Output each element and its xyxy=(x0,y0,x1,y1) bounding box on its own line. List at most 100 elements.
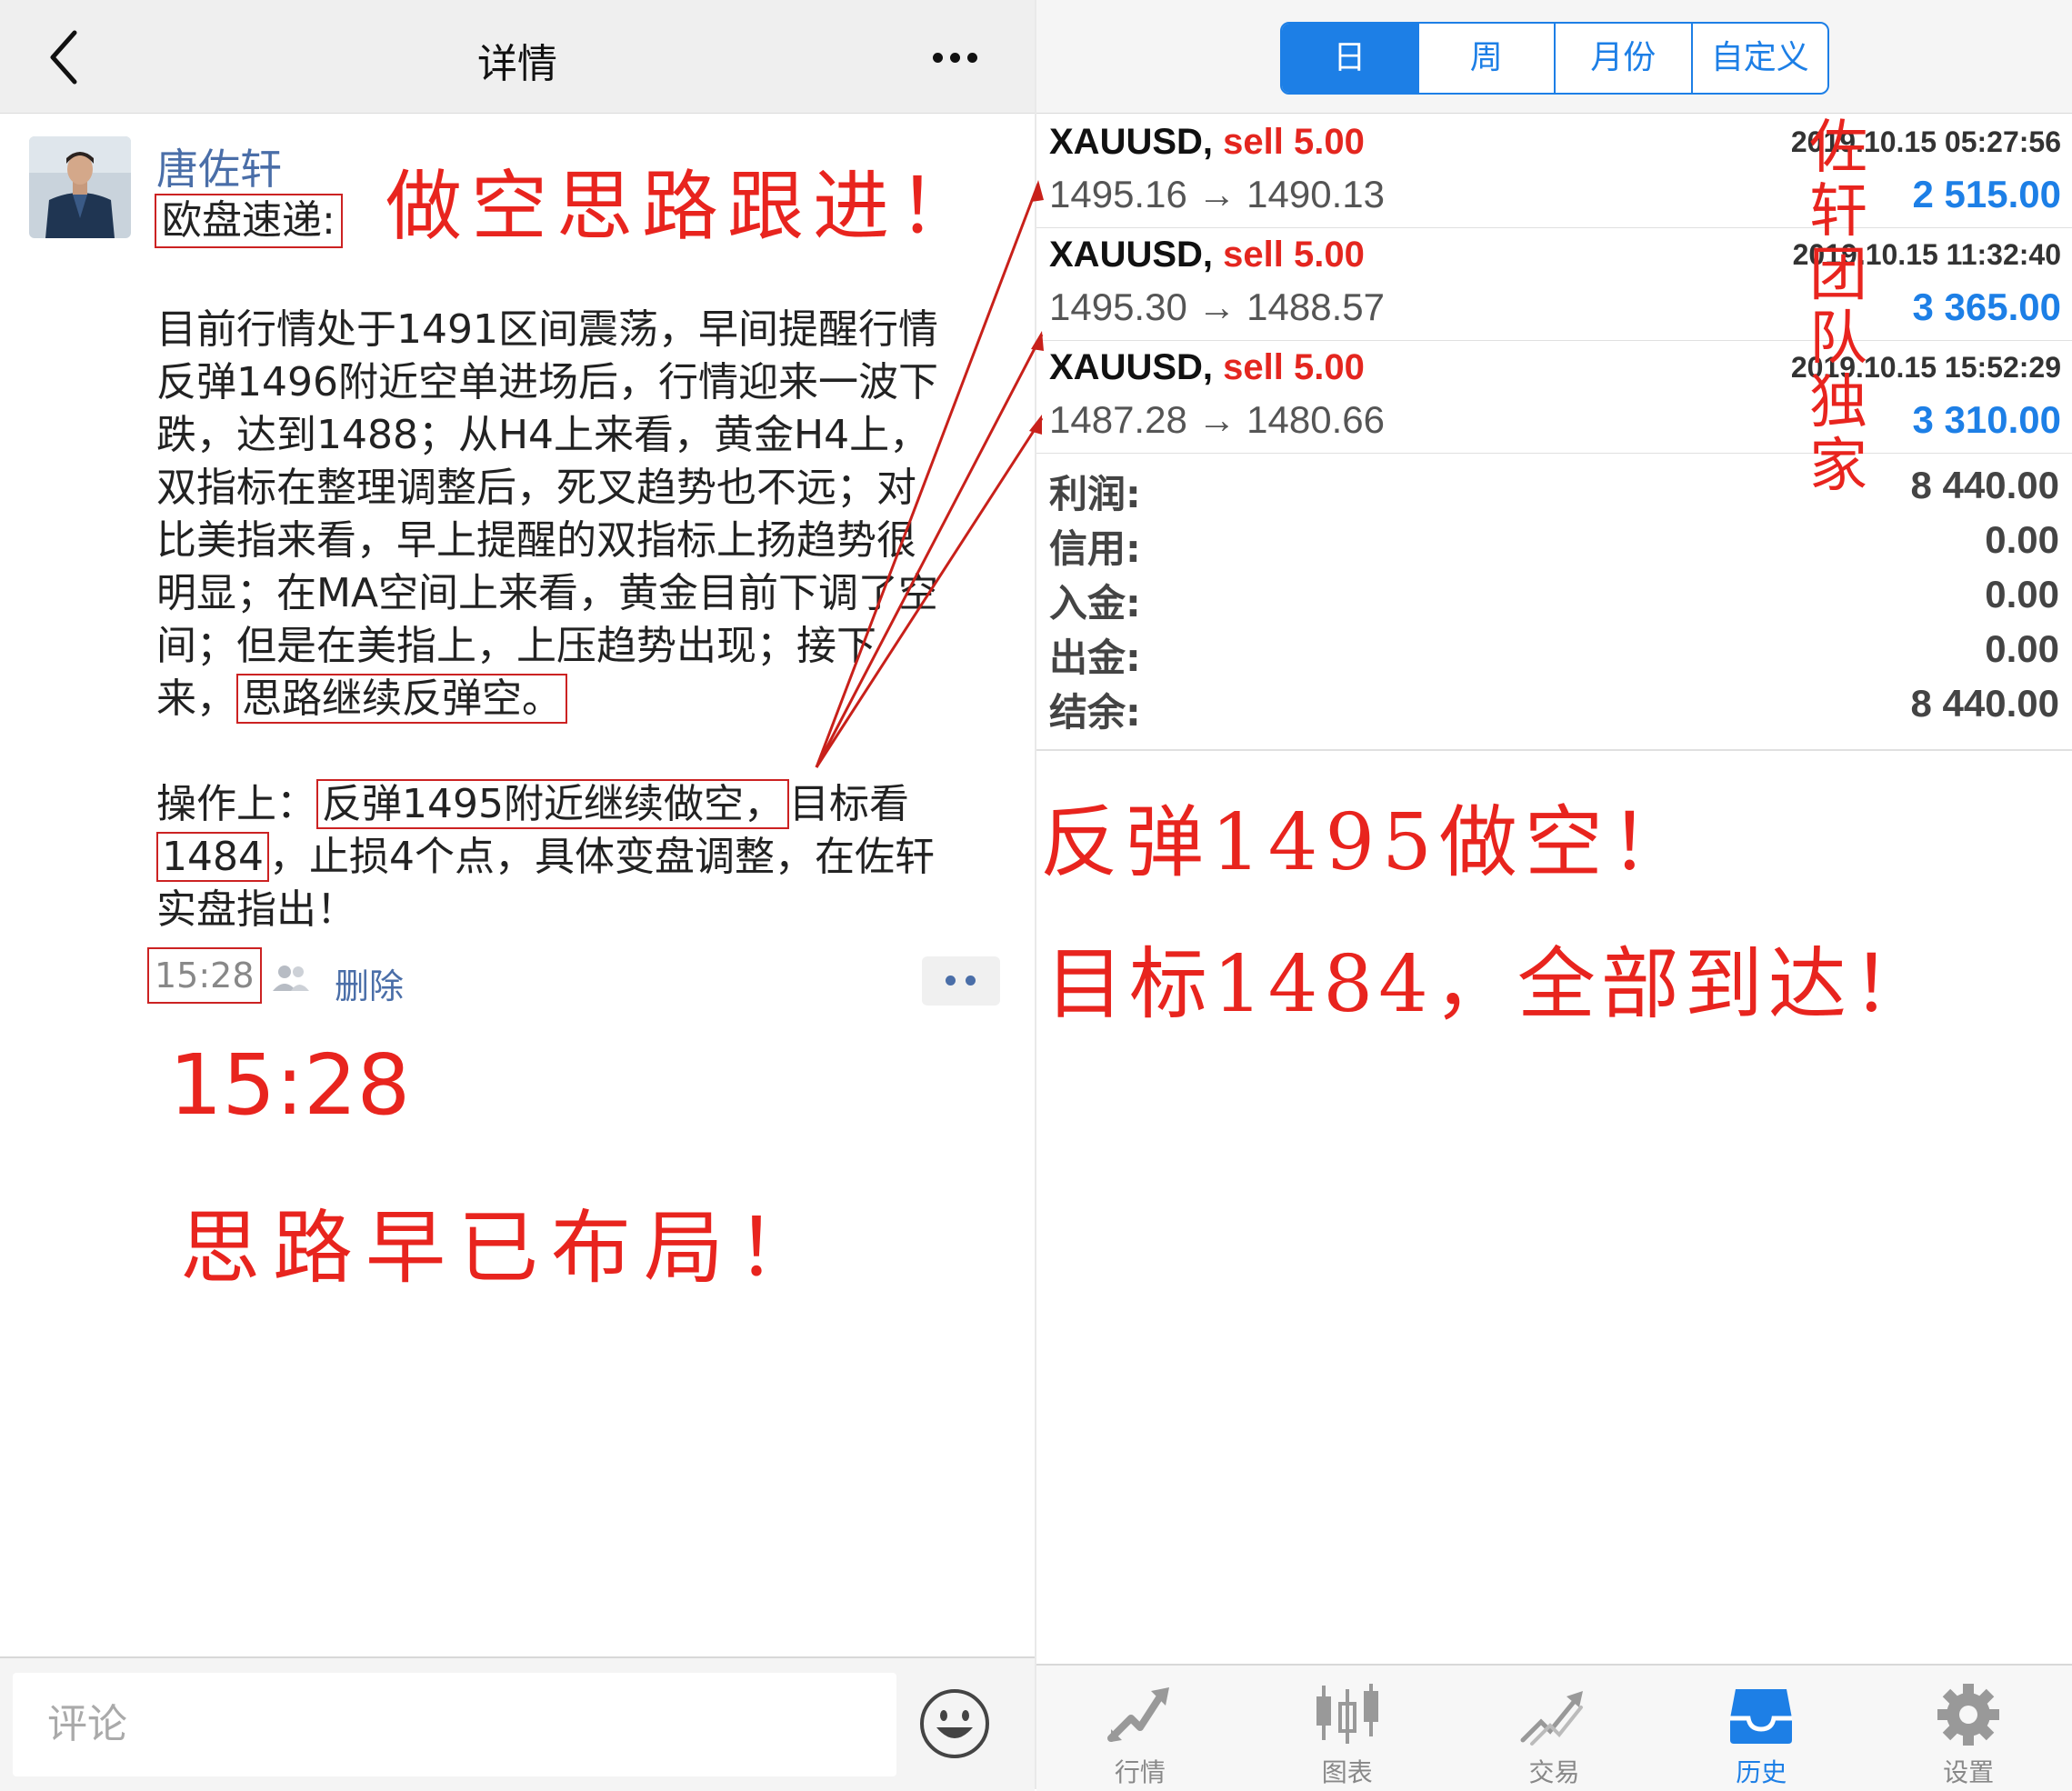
comment-bar: 评论 xyxy=(0,1656,1035,1791)
summary-row-balance: 结余: 8 440.00 xyxy=(1049,682,2059,736)
post-line: 1484 ，止损4个点，具体变盘调整，在佐轩 xyxy=(156,831,1011,884)
dot xyxy=(966,976,976,986)
highlight-box: 1484 xyxy=(156,832,269,882)
post-paragraph-1: 目前行情处于1491区间震荡，早间提醒行情 反弹1496附近空单进场后，行情迎来… xyxy=(156,304,1011,725)
trade-row[interactable]: XAUUSD, sell 5.00 2019.10.15 11:32:40 14… xyxy=(1036,227,2072,341)
summary-value: 0.00 xyxy=(1985,518,2059,561)
trade-row[interactable]: XAUUSD, sell 5.00 2019.10.15 05:27:56 14… xyxy=(1036,115,2072,228)
account-summary: 利润: 8 440.00 信用: 0.00 入金: 0.00 出金: 0.00 … xyxy=(1036,460,2072,751)
summary-row-withdrawal: 出金: 0.00 xyxy=(1049,627,2059,682)
nav-quotes[interactable]: 行情 xyxy=(1036,1666,1244,1791)
trade-symbol: XAUUSD, sell 5.00 xyxy=(1049,235,1365,275)
trade-symbol: XAUUSD, sell 5.00 xyxy=(1049,122,1365,163)
summary-value: 8 440.00 xyxy=(1910,682,2060,725)
trade-profit: 2 515.00 xyxy=(1912,173,2062,215)
user-name[interactable]: 唐佐轩 xyxy=(156,136,282,196)
nav-trade[interactable]: 交易 xyxy=(1451,1666,1658,1791)
post-text: 目标看 xyxy=(788,781,909,827)
open-price: 1487.28 xyxy=(1049,398,1187,441)
summary-value: 8 440.00 xyxy=(1910,464,2060,506)
trade-row[interactable]: XAUUSD, sell 5.00 2019.10.15 15:52:29 14… xyxy=(1036,340,2072,454)
trade-prices: 1495.30 → 1488.57 xyxy=(1049,285,1385,329)
open-price: 1495.16 xyxy=(1049,173,1187,215)
quotes-icon xyxy=(1106,1687,1169,1742)
tab-custom[interactable]: 自定义 xyxy=(1693,24,1828,93)
post-line: 间；但是在美指上，上压趋势出现；接下 xyxy=(156,623,876,669)
summary-value: 0.00 xyxy=(1985,627,2059,670)
summary-row-profit: 利润: 8 440.00 xyxy=(1049,464,2059,518)
trade-side: sell 5.00 xyxy=(1223,122,1365,162)
annotation-char: 家 xyxy=(1809,433,1867,500)
emoji-icon[interactable] xyxy=(918,1687,991,1760)
arrow: → xyxy=(1197,398,1236,441)
annotation-line-2: 目标1484，全部到达！ xyxy=(1046,939,1936,1030)
annotation-vertical: 佐 轩 团 队 独 家 xyxy=(1802,116,1875,498)
chart-icon xyxy=(1316,1684,1378,1744)
post-text: ，止损4个点，具体变盘调整，在佐轩 xyxy=(268,834,935,880)
tab-day[interactable]: 日 xyxy=(1282,24,1419,93)
trade-side: sell 5.00 xyxy=(1223,347,1365,387)
comment-input[interactable]: 评论 xyxy=(13,1673,896,1776)
visibility-icon xyxy=(273,966,309,991)
tab-week[interactable]: 周 xyxy=(1419,24,1556,93)
close-price: 1490.13 xyxy=(1246,173,1385,215)
more-options-button[interactable] xyxy=(926,47,984,69)
symbol-text: XAUUSD, xyxy=(1049,122,1214,162)
highlight-box: 思路继续反弹空。 xyxy=(236,674,567,724)
nav-chart[interactable]: 图表 xyxy=(1244,1666,1451,1791)
history-icon xyxy=(1730,1689,1793,1744)
post-line: 操作上： 反弹1495附近继续做空， 目标看 xyxy=(156,778,1011,831)
post-line: 实盘指出！ xyxy=(156,886,356,933)
annotation-char: 轩 xyxy=(1809,178,1867,245)
nav-label: 设置 xyxy=(1943,1757,1995,1787)
post-line: 双指标在整理调整后，死叉趋势也不远；对 xyxy=(156,465,916,511)
arrow: → xyxy=(1197,285,1236,328)
post-line: 来， 思路继续反弹空。 xyxy=(156,673,1011,725)
summary-label: 信用: xyxy=(1049,526,1141,571)
dot xyxy=(946,976,956,986)
post-subtitle: 欧盘速递: xyxy=(155,194,343,248)
summary-label: 出金: xyxy=(1049,635,1141,680)
summary-label: 利润: xyxy=(1049,472,1141,516)
dot xyxy=(967,53,977,63)
post-text: 操作上： xyxy=(156,781,316,827)
annotation-char: 佐 xyxy=(1809,115,1867,182)
moments-detail-panel: 详情 唐佐轩 欧盘速递: 做空思路跟进！ 目前行情处于1491区间震荡，早间提醒… xyxy=(0,0,1035,1791)
trade-profit: 3 310.00 xyxy=(1912,398,2062,441)
period-header: 日 周 月份 自定义 xyxy=(1036,0,2072,114)
summary-label: 入金: xyxy=(1049,581,1141,625)
open-price: 1495.30 xyxy=(1049,285,1187,328)
post-line: 比美指来看，早上提醒的双指标上扬趋势很 xyxy=(156,517,916,564)
trade-history-panel: 日 周 月份 自定义 XAUUSD, sell 5.00 2019.10.15 … xyxy=(1036,0,2072,1791)
annotation-char: 队 xyxy=(1809,305,1867,373)
dot xyxy=(950,53,960,63)
annotation-char: 独 xyxy=(1809,369,1867,436)
post-line: 明显；在MA空间上来看，黄金目前下调了空 xyxy=(156,570,939,616)
annotation-line-1: 反弹1495做空！ xyxy=(1040,797,1696,888)
settings-icon xyxy=(1937,1684,2000,1746)
close-price: 1480.66 xyxy=(1246,398,1385,441)
nav-settings[interactable]: 设置 xyxy=(1865,1666,2072,1791)
nav-label: 图表 xyxy=(1321,1757,1373,1787)
trade-symbol: XAUUSD, sell 5.00 xyxy=(1049,347,1365,388)
close-price: 1488.57 xyxy=(1246,285,1385,328)
nav-history[interactable]: 历史 xyxy=(1657,1666,1865,1791)
nav-label: 交易 xyxy=(1528,1757,1580,1787)
bottom-nav: 行情 图表 交易 历史 设置 xyxy=(1036,1664,2072,1791)
trade-prices: 1495.16 → 1490.13 xyxy=(1049,173,1385,216)
post-time: 15:28 xyxy=(147,947,262,1004)
annotation-time: 15:28 xyxy=(169,1036,411,1134)
summary-row-credit: 信用: 0.00 xyxy=(1049,518,2059,573)
post-line: 跌，达到1488；从H4上来看，黄金H4上， xyxy=(156,412,930,458)
annotation-headline: 做空思路跟进！ xyxy=(385,162,985,251)
comment-like-button[interactable] xyxy=(922,956,1000,1006)
tab-month[interactable]: 月份 xyxy=(1556,24,1693,93)
summary-row-deposit: 入金: 0.00 xyxy=(1049,573,2059,627)
trade-icon xyxy=(1520,1691,1584,1746)
trade-profit: 3 365.00 xyxy=(1912,285,2062,328)
nav-label: 行情 xyxy=(1114,1757,1166,1787)
delete-link[interactable]: 删除 xyxy=(335,958,404,1008)
avatar[interactable] xyxy=(29,136,131,238)
highlight-box: 反弹1495附近继续做空， xyxy=(316,779,789,829)
post-line: 目前行情处于1491区间震荡，早间提醒行情 xyxy=(156,306,938,353)
